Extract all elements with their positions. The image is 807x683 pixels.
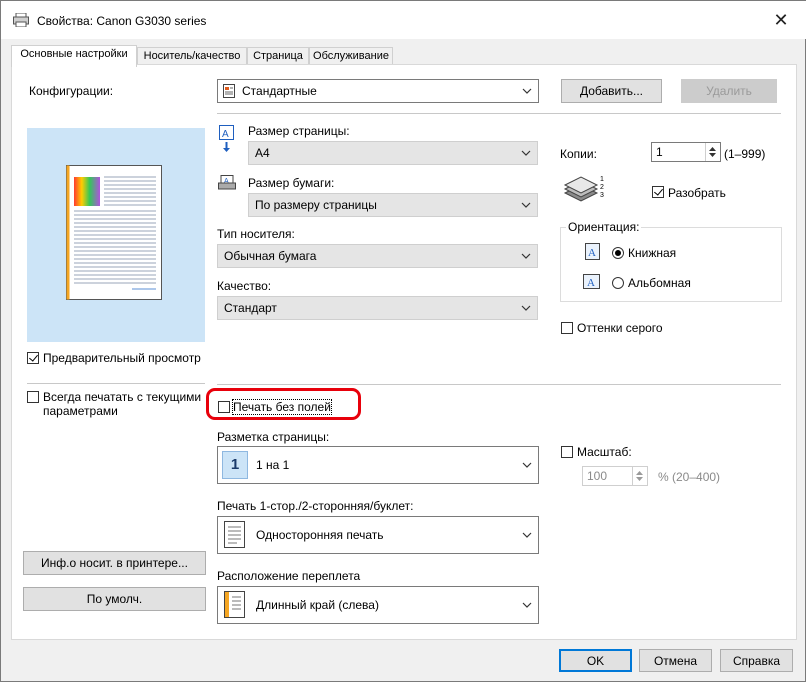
defaults-button[interactable]: По умолч. — [23, 587, 206, 611]
tab-media-quality[interactable]: Носитель/качество — [137, 47, 247, 65]
page-layout-icon: 1 — [222, 451, 248, 479]
printer-icon — [13, 13, 29, 27]
title-bar: Свойства: Canon G3030 series ✕ — [1, 1, 806, 39]
add-config-button[interactable]: Добавить... — [561, 79, 662, 103]
scale-label: Масштаб: — [577, 445, 632, 459]
scale-range: % (20–400) — [658, 470, 721, 484]
page-size-combo[interactable]: A4 — [248, 141, 538, 165]
paper-size-label: Размер бумаги: — [248, 176, 335, 190]
page-size-label: Размер страницы: — [248, 124, 350, 138]
copies-spin-buttons[interactable] — [705, 143, 720, 161]
copies-value: 1 — [656, 145, 663, 159]
duplex-value: Односторонняя печать — [256, 528, 384, 542]
help-button[interactable]: Справка — [720, 649, 793, 672]
chevron-down-icon — [522, 532, 532, 538]
portrait-radio[interactable] — [612, 247, 624, 259]
portrait-icon: A — [585, 243, 600, 260]
preview-checkbox[interactable] — [27, 352, 39, 364]
page-size-icon: A — [219, 125, 234, 152]
scale-checkbox[interactable] — [561, 446, 573, 458]
copies-spinner[interactable]: 1 — [651, 142, 721, 162]
tab-maintenance[interactable]: Обслуживание — [309, 47, 393, 65]
paper-size-value: По размеру страницы — [255, 198, 377, 212]
svg-text:2: 2 — [600, 184, 604, 191]
ok-button[interactable]: OK — [559, 649, 632, 672]
landscape-icon: A — [583, 274, 600, 289]
chevron-down-icon — [522, 462, 532, 468]
preview-checkbox-label: Предварительный просмотр — [43, 351, 201, 365]
borderless-checkbox[interactable] — [218, 401, 230, 413]
copies-range: (1–999) — [724, 147, 766, 161]
cancel-button[interactable]: Отмена — [639, 649, 712, 672]
portrait-label: Книжная — [628, 246, 677, 260]
page-size-value: A4 — [255, 146, 270, 160]
delete-config-button[interactable]: Удалить — [681, 79, 777, 103]
orientation-group — [560, 227, 782, 302]
grayscale-label: Оттенки серого — [577, 321, 663, 335]
quality-label: Качество: — [217, 279, 272, 293]
config-label: Конфигурации: — [29, 84, 114, 98]
svg-text:1: 1 — [600, 176, 604, 183]
collate-label: Разобрать — [668, 186, 726, 200]
orientation-label: Ориентация: — [566, 220, 642, 234]
page-layout-combo[interactable]: 1 1 на 1 — [217, 446, 539, 484]
page-layout-value: 1 на 1 — [256, 458, 290, 472]
tab-basic-settings[interactable]: Основные настройки — [11, 45, 137, 67]
properties-window: Свойства: Canon G3030 series ✕ Основные … — [0, 0, 806, 682]
scale-spinner[interactable]: 100 — [582, 466, 648, 486]
scale-value: 100 — [587, 469, 608, 483]
chevron-down-icon — [521, 253, 531, 259]
binding-long-edge-icon — [224, 591, 245, 618]
page-preview-image — [66, 165, 162, 300]
separator-middle — [217, 384, 781, 385]
chevron-down-icon — [521, 202, 531, 208]
page-layout-label: Разметка страницы: — [217, 430, 330, 444]
preview-area — [27, 128, 205, 342]
basic-settings-panel: Конфигурации: Стандартные Добавить... Уд… — [11, 64, 797, 640]
paper-size-combo[interactable]: По размеру страницы — [248, 193, 538, 217]
copies-label: Копии: — [560, 147, 597, 161]
media-info-button[interactable]: Инф.о носит. в принтере... — [23, 551, 206, 575]
config-value: Стандартные — [242, 84, 317, 98]
paper-size-icon: A — [218, 175, 236, 190]
landscape-label: Альбомная — [628, 276, 691, 290]
media-type-combo[interactable]: Обычная бумага — [217, 244, 538, 268]
svg-text:A: A — [588, 247, 596, 259]
duplex-combo[interactable]: Односторонняя печать — [217, 516, 539, 554]
chevron-down-icon — [521, 150, 531, 156]
spin-arrows-icon — [636, 471, 643, 481]
collate-checkbox[interactable] — [652, 186, 664, 198]
separator-top — [217, 113, 781, 114]
svg-text:3: 3 — [600, 192, 604, 199]
window-title: Свойства: Canon G3030 series — [37, 14, 207, 28]
always-print-checkbox[interactable] — [27, 391, 39, 403]
binding-label: Расположение переплета — [217, 569, 361, 583]
spin-arrows-icon — [709, 147, 716, 157]
config-combo[interactable]: Стандартные — [217, 79, 539, 103]
media-type-label: Тип носителя: — [217, 227, 295, 241]
chevron-down-icon — [522, 88, 532, 94]
chevron-down-icon — [521, 305, 531, 311]
binding-value: Длинный край (слева) — [256, 598, 379, 612]
landscape-radio[interactable] — [612, 277, 624, 289]
borderless-label: Печать без полей — [232, 399, 332, 415]
collate-stack-icon: 1 2 3 — [563, 176, 604, 202]
quality-value: Стандарт — [224, 301, 277, 315]
close-button[interactable]: ✕ — [768, 7, 794, 33]
separator-left — [27, 383, 205, 384]
binding-combo[interactable]: Длинный край (слева) — [217, 586, 539, 624]
always-print-label-1: Всегда печатать с текущими — [43, 390, 202, 404]
chevron-down-icon — [522, 602, 532, 608]
one-sided-icon — [224, 521, 245, 548]
quality-combo[interactable]: Стандарт — [217, 296, 538, 320]
scale-spin-buttons[interactable] — [632, 467, 647, 485]
grayscale-checkbox[interactable] — [561, 322, 573, 334]
always-print-label-2: параметрами — [43, 404, 118, 418]
svg-text:A: A — [587, 277, 595, 289]
media-type-value: Обычная бумага — [224, 249, 317, 263]
tab-page[interactable]: Страница — [247, 47, 309, 65]
duplex-label: Печать 1-стор./2-сторонняя/буклет: — [217, 499, 414, 513]
svg-text:A: A — [222, 129, 229, 140]
config-doc-icon — [223, 84, 235, 98]
